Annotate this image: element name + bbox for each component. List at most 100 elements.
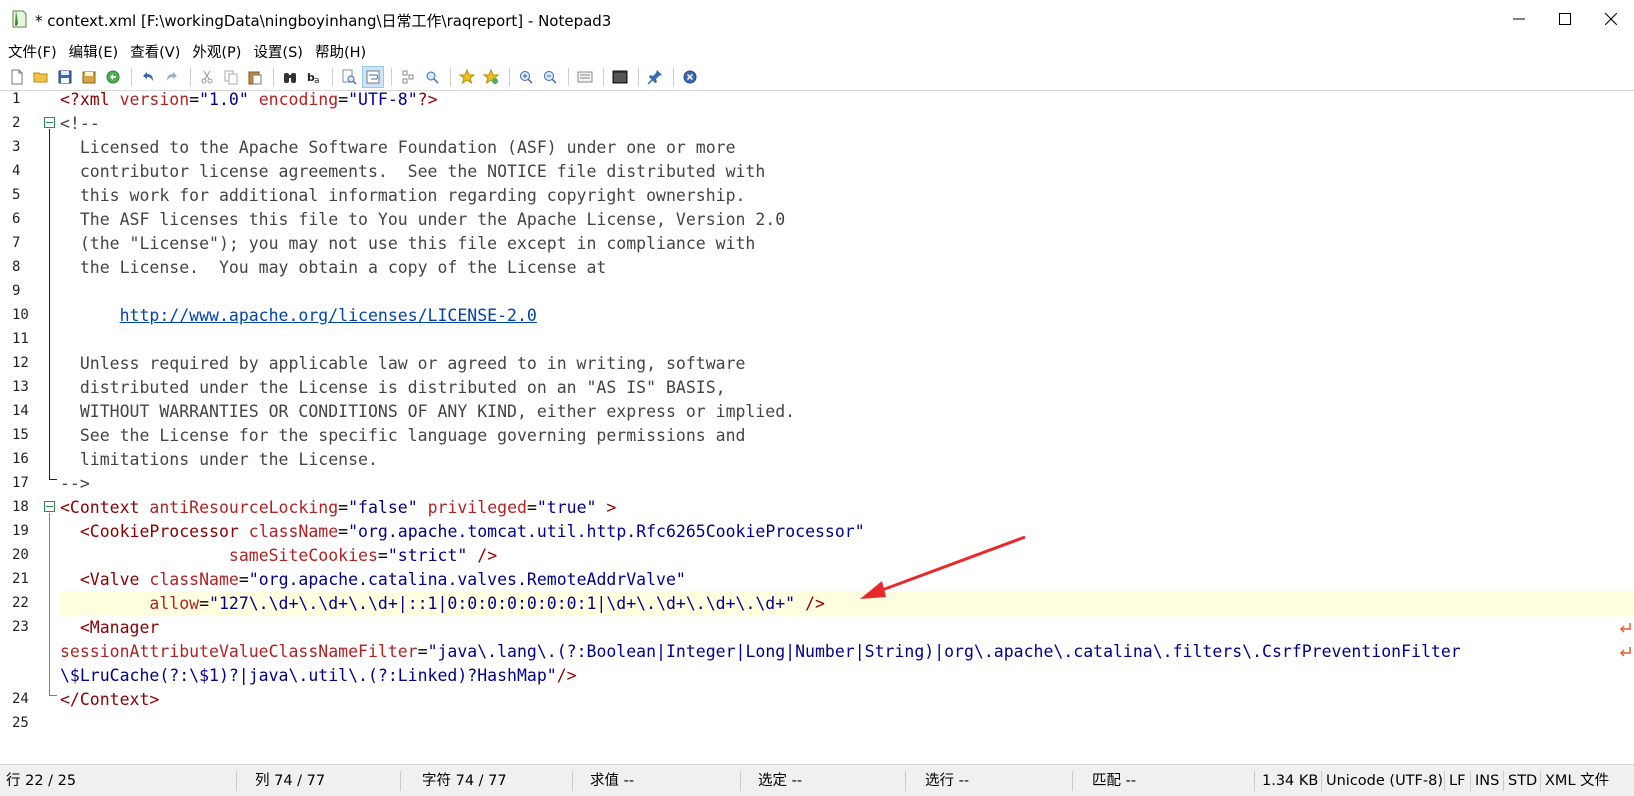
status-file-size: 1.34 KB xyxy=(1262,773,1319,789)
code-line: WITHOUT WARRANTIES OR CONDITIONS OF ANY … xyxy=(60,402,796,421)
undo-icon xyxy=(143,72,153,81)
status-language[interactable]: XML 文件 xyxy=(1545,765,1609,796)
save-as-icon xyxy=(82,71,96,84)
code-line: contributor license agreements. See the … xyxy=(60,162,766,181)
code-line: See the License for the specific languag… xyxy=(60,426,746,445)
zoom-out-button[interactable] xyxy=(539,66,561,88)
open-file-button[interactable] xyxy=(30,66,52,88)
zoom-view-button[interactable] xyxy=(421,66,443,88)
paste-button[interactable] xyxy=(244,66,266,88)
status-column[interactable]: 列 74 / 77 xyxy=(255,765,325,796)
status-line[interactable]: 行 22 / 25 xyxy=(6,765,76,796)
code-line: sameSiteCookies="strict" /> xyxy=(228,546,498,565)
save-button[interactable] xyxy=(54,66,76,88)
line-number: 16 xyxy=(12,451,29,467)
menu-edit[interactable]: 编辑(E) xyxy=(69,41,118,62)
toggle-panel-button[interactable] xyxy=(574,66,596,88)
view-whitespace-button[interactable] xyxy=(397,66,419,88)
menu-file[interactable]: 文件(F) xyxy=(8,41,57,62)
line-number: 14 xyxy=(12,403,29,419)
save-as-button[interactable] xyxy=(78,66,100,88)
line-number: 5 xyxy=(12,187,21,203)
zoom-in-button[interactable] xyxy=(515,66,537,88)
code-line: the License. You may obtain a copy of th… xyxy=(60,258,607,277)
pin-button[interactable] xyxy=(644,66,666,88)
find-document-icon xyxy=(342,69,357,85)
line-number-gutter: 1 2 3 4 5 6 7 8 9 10 11 12 13 14 15 16 1… xyxy=(0,91,40,764)
find-button[interactable] xyxy=(279,66,301,88)
svg-text:a: a xyxy=(314,76,320,85)
line-number: 23 xyxy=(12,619,29,635)
status-eol[interactable]: LF xyxy=(1449,765,1465,796)
status-separator xyxy=(905,771,906,791)
status-separator xyxy=(1540,771,1541,791)
menu-appearance[interactable]: 外观(P) xyxy=(192,41,241,62)
status-char[interactable]: 字符 74 / 77 xyxy=(422,765,507,796)
status-insert-mode[interactable]: INS xyxy=(1475,765,1499,796)
undo-button[interactable] xyxy=(137,66,159,88)
line-number: 19 xyxy=(12,523,29,539)
new-file-button[interactable] xyxy=(6,66,28,88)
exit-button[interactable] xyxy=(679,66,701,88)
cut-button[interactable] xyxy=(196,66,218,88)
status-match[interactable]: 匹配 -- xyxy=(1092,765,1136,796)
status-separator xyxy=(1254,771,1255,791)
toolbar-separator xyxy=(673,68,674,86)
fold-margin xyxy=(40,91,60,764)
xml-declaration-open: <?xml xyxy=(60,90,110,109)
menu-help[interactable]: 帮助(H) xyxy=(315,41,366,62)
toolbar-separator xyxy=(568,68,569,86)
wrap-indicator-icon xyxy=(1619,623,1631,633)
attribute-name: encoding xyxy=(258,90,339,109)
view-source-button[interactable] xyxy=(609,66,631,88)
status-separator xyxy=(400,771,401,791)
code-line: <CookieProcessor className="org.apache.t… xyxy=(79,522,865,541)
fold-toggle-comment[interactable] xyxy=(44,117,55,128)
tag-close: > xyxy=(606,498,617,517)
find-in-files-button[interactable] xyxy=(338,66,360,88)
fold-toggle-context[interactable] xyxy=(44,501,55,512)
word-wrap-toggle[interactable] xyxy=(362,66,384,88)
star-icon xyxy=(459,69,475,85)
copy-button[interactable] xyxy=(220,66,242,88)
bookmark-button[interactable] xyxy=(456,66,478,88)
editor[interactable]: 1 2 3 4 5 6 7 8 9 10 11 12 13 14 15 16 1… xyxy=(0,90,1634,764)
close-button[interactable] xyxy=(1588,0,1634,38)
status-selected-lines[interactable]: 选行 -- xyxy=(925,765,969,796)
reload-icon xyxy=(106,70,120,84)
panel-icon xyxy=(577,71,593,83)
status-separator xyxy=(1321,771,1322,791)
status-std[interactable]: STD xyxy=(1508,765,1537,796)
toolbar-separator xyxy=(332,68,333,86)
license-link[interactable]: http://www.apache.org/licenses/LICENSE-2… xyxy=(120,306,537,325)
status-sum[interactable]: 求值 -- xyxy=(590,765,634,796)
redo-button[interactable] xyxy=(161,66,183,88)
line-number: 20 xyxy=(12,547,29,563)
attribute-name: allow xyxy=(149,594,200,613)
toolbar-separator xyxy=(509,68,510,86)
favorites-button[interactable] xyxy=(480,66,502,88)
binoculars-icon xyxy=(284,73,296,83)
line-number: 12 xyxy=(12,355,29,371)
maximize-button[interactable] xyxy=(1542,0,1588,38)
line-number: 25 xyxy=(12,715,29,731)
menu-settings[interactable]: 设置(S) xyxy=(253,41,303,62)
status-encoding[interactable]: Unicode (UTF-8) xyxy=(1326,765,1443,796)
replace-button[interactable]: ba xyxy=(303,66,325,88)
status-bar: 行 22 / 25 列 74 / 77 字符 74 / 77 求值 -- 选定 … xyxy=(0,764,1634,796)
menu-view[interactable]: 查看(V) xyxy=(130,41,180,62)
code-line: </Context> xyxy=(60,690,160,709)
line-number: 21 xyxy=(12,571,29,587)
minimize-icon xyxy=(1513,18,1525,20)
toolbar-separator xyxy=(190,68,191,86)
attribute-value: "1.0" xyxy=(199,90,249,109)
status-selection[interactable]: 选定 -- xyxy=(758,765,802,796)
exit-icon xyxy=(683,70,697,84)
line-number: 22 xyxy=(12,595,29,611)
code-area[interactable]: <?xml version="1.0" encoding="UTF-8"?> <… xyxy=(60,90,1634,764)
minimize-button[interactable] xyxy=(1496,0,1542,38)
revert-button[interactable] xyxy=(102,66,124,88)
line-number: 6 xyxy=(12,211,21,227)
maximize-icon xyxy=(1559,13,1571,25)
code-line: <Context antiResourceLocking="false" pri… xyxy=(60,498,617,517)
